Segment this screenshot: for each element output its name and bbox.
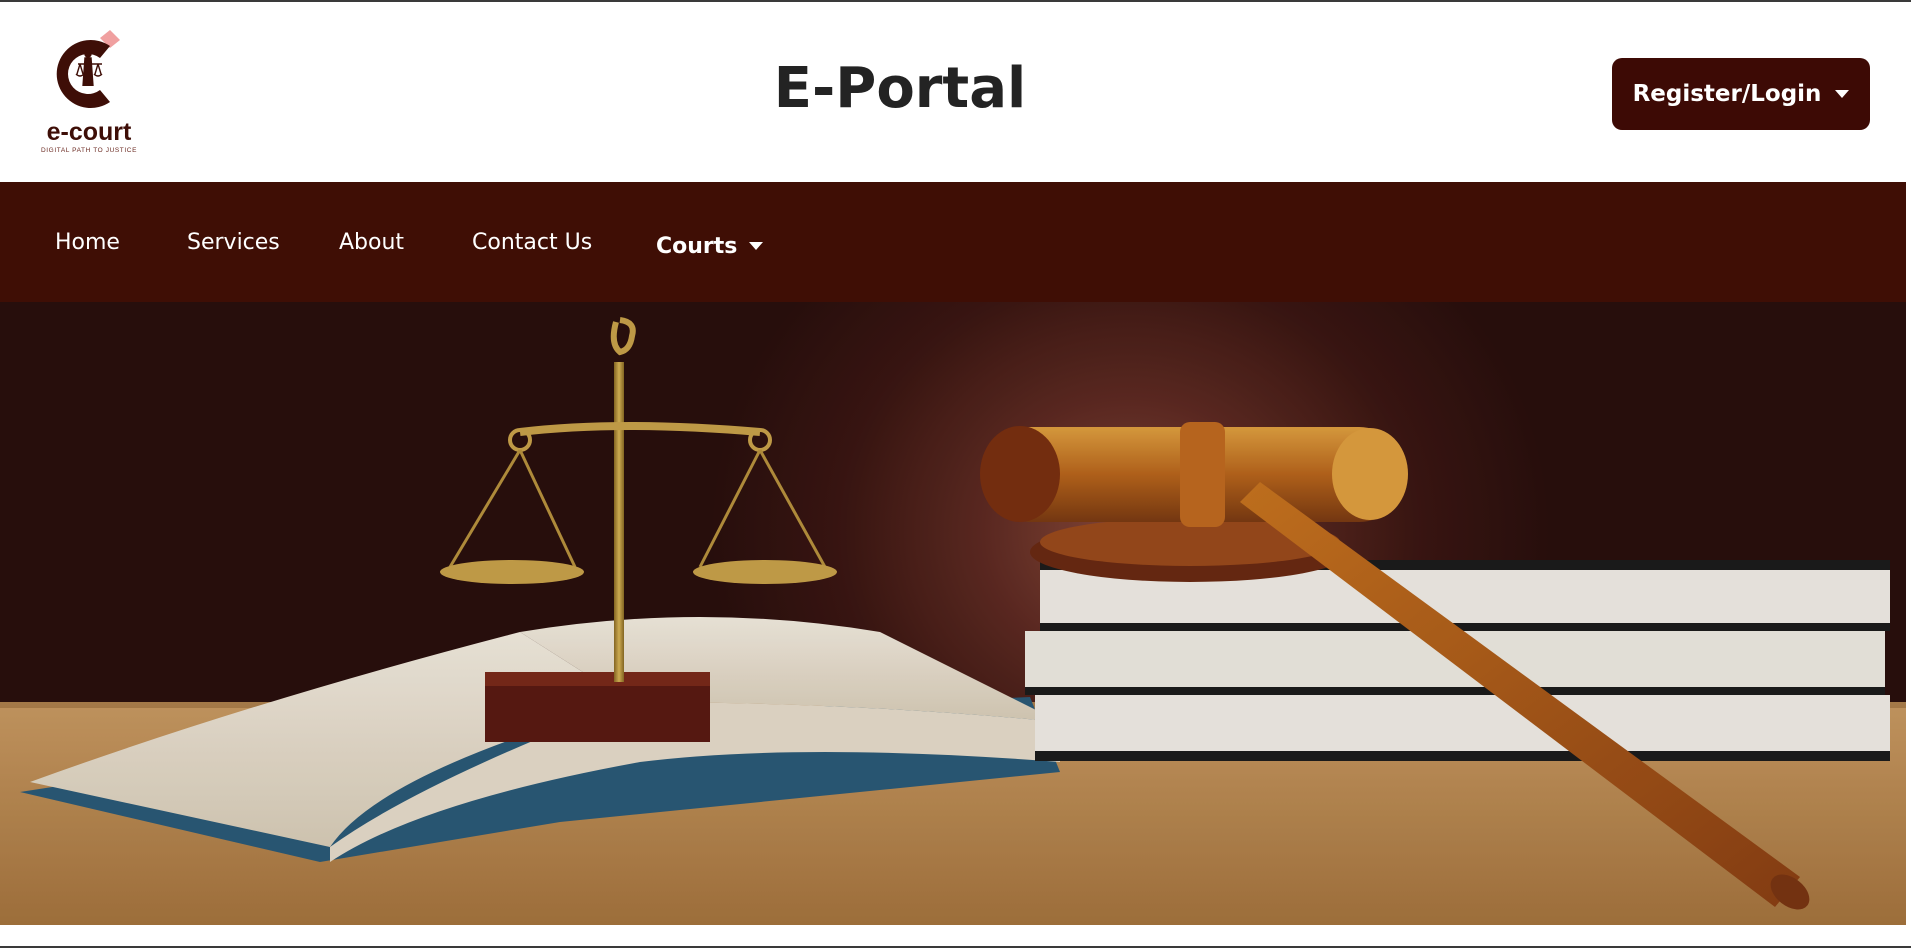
bottom-border [0,946,1911,948]
register-login-label: Register/Login [1632,81,1822,107]
caret-down-icon [1835,90,1850,98]
register-login-dropdown-button[interactable]: Register/Login [1612,58,1870,130]
nav-about[interactable]: About [339,182,404,302]
justice-hero-image [0,302,1906,925]
nav-services[interactable]: Services [187,182,280,302]
nav-courts-label: Courts [656,233,738,259]
nav-contact-us[interactable]: Contact Us [472,182,592,302]
logo-wordmark: e-court [46,118,132,146]
logo-emblem-icon [56,30,120,108]
logo-tagline: DIGITAL PATH TO JUSTICE [40,147,138,154]
ecourt-logo[interactable]: e-court DIGITAL PATH TO JUSTICE [34,28,144,158]
page-title: E-Portal [773,56,1027,121]
nav-home[interactable]: Home [55,182,120,302]
hero-banner [0,302,1906,925]
caret-down-icon [749,242,764,250]
nav-courts-dropdown[interactable]: Courts [656,186,764,306]
main-navbar: Home Services About Contact Us Courts [0,182,1906,302]
page-edge [1906,182,1911,925]
site-header: e-court DIGITAL PATH TO JUSTICE E-Portal… [0,2,1911,182]
